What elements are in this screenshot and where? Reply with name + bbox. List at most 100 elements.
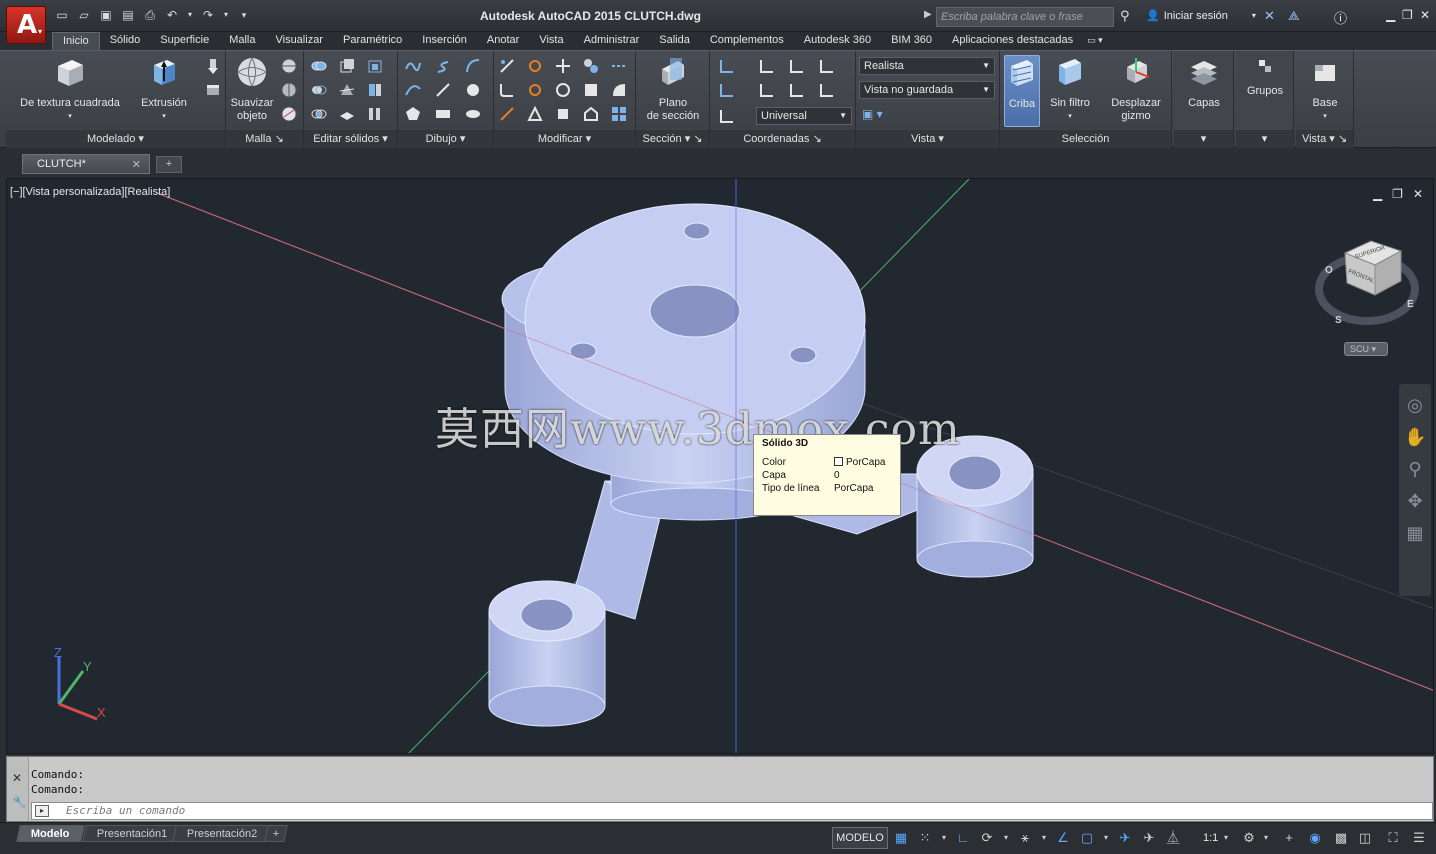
scale-dropdown-icon[interactable]: ▾ <box>1222 829 1230 847</box>
explode-icon[interactable] <box>498 57 516 75</box>
union-icon[interactable] <box>310 57 328 75</box>
intersect-icon[interactable] <box>310 105 328 123</box>
no-filter-button[interactable]: Sin filtro ▾ <box>1046 55 1094 123</box>
tab-anotar[interactable]: Anotar <box>477 32 529 50</box>
save-as-icon[interactable]: ▤ <box>120 7 136 23</box>
polyline-loop-icon[interactable] <box>404 57 422 75</box>
tab-solido[interactable]: Sólido <box>100 32 151 50</box>
tab-inicio[interactable]: Inicio <box>52 32 100 50</box>
file-tab-clutch[interactable]: CLUTCH* ✕ <box>22 154 150 174</box>
ucs-origin-icon[interactable] <box>788 57 806 75</box>
base-view-button[interactable]: Base ▾ <box>1300 55 1350 123</box>
viewport-close-icon[interactable]: ✕ <box>1413 187 1423 201</box>
undo-dropdown-icon[interactable]: ▾ <box>186 7 194 23</box>
layout-tab-presentacion2[interactable]: Presentación2 <box>172 825 273 842</box>
zoom-icon[interactable]: ⚲ <box>1404 458 1426 480</box>
polar-icon[interactable]: ⟳ <box>978 829 996 847</box>
annotation-scale-value[interactable]: 1:1 <box>1203 832 1218 844</box>
seccion-panel-title[interactable]: Sección ▾ ↘ <box>636 130 709 148</box>
spline-icon[interactable] <box>404 81 422 99</box>
lower-boss[interactable] <box>488 580 606 727</box>
fillet-icon[interactable] <box>498 81 516 99</box>
box-button[interactable]: De textura cuadrada ▾ <box>14 55 126 123</box>
tab-administrar[interactable]: Administrar <box>574 32 650 50</box>
ucs-object-icon[interactable] <box>788 81 806 99</box>
compass-west[interactable]: O <box>1325 265 1333 276</box>
trim-icon[interactable] <box>610 81 628 99</box>
add-layout-button[interactable]: + <box>264 825 289 842</box>
open-file-icon[interactable]: ▱ <box>76 7 92 23</box>
workspace-dropdown-icon[interactable]: ▾ <box>1262 829 1270 847</box>
culling-button[interactable]: Criba <box>1004 55 1040 127</box>
malla-panel-title[interactable]: Malla ↘ <box>226 130 303 148</box>
coordenadas-panel-title[interactable]: Coordenadas ↘ <box>710 130 855 148</box>
move-3d-icon[interactable] <box>526 57 544 75</box>
ortho-icon[interactable]: ∟ <box>954 829 972 847</box>
redo-icon[interactable]: ↷ <box>200 7 216 23</box>
isodraft-dropdown-icon[interactable]: ▾ <box>1040 829 1048 847</box>
polygon-icon[interactable] <box>404 105 422 123</box>
vista-panel-title[interactable]: Vista ▾ <box>856 130 999 148</box>
compass-east[interactable]: E <box>1407 299 1414 310</box>
ucs-named-icon[interactable] <box>718 107 736 125</box>
tab-insercion[interactable]: Inserción <box>412 32 477 50</box>
align-icon[interactable] <box>526 105 544 123</box>
restore-window-icon[interactable]: ❐ <box>1402 8 1413 22</box>
binoculars-icon[interactable]: ⚲ <box>1120 8 1130 24</box>
tab-parametrico[interactable]: Paramétrico <box>333 32 412 50</box>
line-icon[interactable] <box>434 81 452 99</box>
subtract-icon[interactable] <box>310 81 328 99</box>
customization-menu-icon[interactable]: ☰ <box>1410 829 1428 847</box>
presspull-icon[interactable] <box>204 57 222 75</box>
save-icon[interactable]: ▣ <box>98 7 114 23</box>
drawing-viewport[interactable]: SUPERIOR FRONTAL O S E Z Y X [−][Vista p… <box>6 178 1434 754</box>
layout-tab-modelo[interactable]: Modelo <box>16 825 85 842</box>
extrude-button[interactable]: Extrusión ▾ <box>136 55 192 123</box>
tab-bim-360[interactable]: BIM 360 <box>881 32 942 50</box>
named-view-dropdown[interactable]: Vista no guardada ▼ <box>859 81 995 99</box>
move-icon[interactable] <box>554 57 572 75</box>
offset-icon[interactable] <box>582 81 600 99</box>
ellipse-icon[interactable] <box>464 105 482 123</box>
helix-icon[interactable] <box>434 57 452 75</box>
annotation-autoscale-icon[interactable]: ✈ <box>1140 829 1158 847</box>
close-tab-icon[interactable]: ✕ <box>132 158 141 171</box>
help-icon[interactable]: ⓘ <box>1334 8 1347 27</box>
viewcube[interactable]: SUPERIOR FRONTAL O S E <box>1315 240 1419 326</box>
tab-autodesk-360[interactable]: Autodesk 360 <box>794 32 881 50</box>
extract-edges-icon[interactable] <box>338 57 356 75</box>
seleccion-panel-title[interactable]: Selección <box>1000 130 1171 148</box>
wrench-icon[interactable]: 🔧 <box>12 795 27 809</box>
showmotion-icon[interactable]: ▦ <box>1404 522 1426 544</box>
rectangle-icon[interactable] <box>434 105 452 123</box>
snap-icon[interactable]: ⁙ <box>916 829 934 847</box>
thicken-icon[interactable] <box>338 105 356 123</box>
scale-icon[interactable] <box>526 81 544 99</box>
mesh-sphere-icon[interactable] <box>280 57 298 75</box>
mirror-icon[interactable] <box>498 105 516 123</box>
search-input[interactable]: Escriba palabra clave o frase <box>936 7 1114 27</box>
smooth-object-button[interactable]: Suavizar objeto <box>228 55 276 123</box>
mesh-refine-icon[interactable] <box>280 81 298 99</box>
orbit-icon[interactable]: ✥ <box>1404 490 1426 512</box>
mesh-crease-icon[interactable] <box>280 105 298 123</box>
steering-wheel-icon[interactable]: ◎ <box>1404 394 1426 416</box>
snap-dropdown-icon[interactable]: ▾ <box>940 829 948 847</box>
annotation-monitor-icon[interactable]: + <box>1280 829 1298 847</box>
minimize-window-icon[interactable]: ▁ <box>1386 8 1395 22</box>
layout-tab-presentacion1[interactable]: Presentación1 <box>82 825 183 842</box>
groups-button[interactable]: Grupos <box>1240 55 1290 98</box>
viewport-controls-label[interactable]: [−][Vista personalizada][Realista] <box>10 186 170 198</box>
circle-icon[interactable] <box>464 81 482 99</box>
signin-button[interactable]: 👤 Iniciar sesión ▾ <box>1146 9 1256 23</box>
ucs-previous-icon[interactable] <box>718 81 736 99</box>
command-window-handle[interactable]: ✕ 🔧 <box>7 757 29 821</box>
tab-salida[interactable]: Salida <box>649 32 700 50</box>
capas-panel-expand[interactable]: ▾ <box>1174 130 1233 148</box>
ucs-view-icon[interactable] <box>758 81 776 99</box>
ribbon-toggle-button[interactable]: ▭ ▾ <box>1083 32 1107 50</box>
tab-superficie[interactable]: Superficie <box>150 32 219 50</box>
search-expand-icon[interactable]: ▶ <box>924 9 932 20</box>
grupos-panel-expand[interactable]: ▾ <box>1236 130 1293 148</box>
model-space-button[interactable]: MODELO <box>832 827 888 849</box>
